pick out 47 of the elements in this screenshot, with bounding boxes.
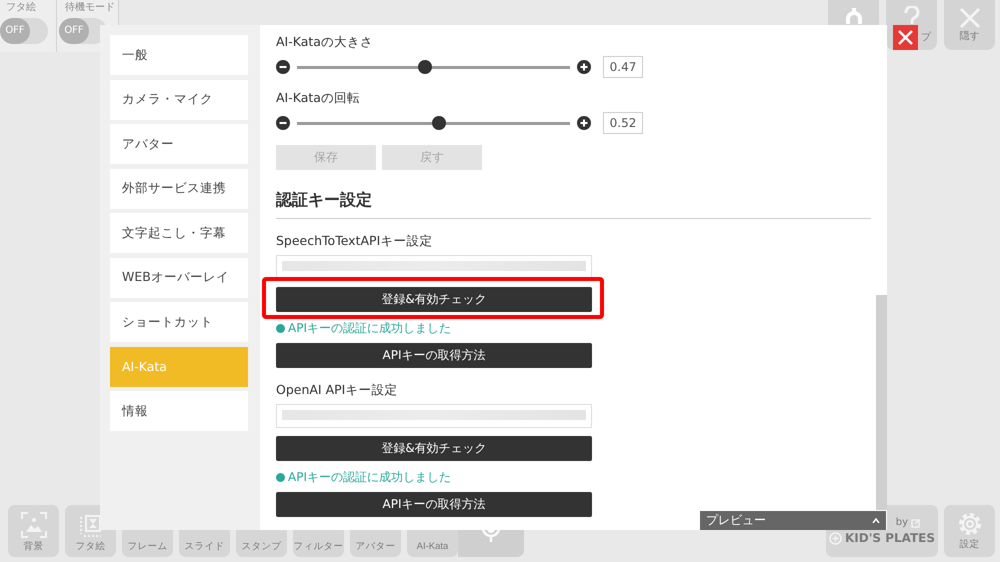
plus-icon — [577, 60, 591, 74]
section-title: 認証キー設定 — [276, 190, 871, 219]
preview-bar[interactable]: プレビュー — [700, 511, 886, 530]
slider-label: AI-Kataの大きさ — [276, 34, 374, 51]
sidebar-item[interactable]: 情報 — [110, 391, 248, 431]
close-icon — [898, 30, 913, 45]
slider-thumb[interactable] — [418, 60, 432, 74]
close-icon — [958, 7, 980, 29]
field-label: OpenAI APIキー設定 — [276, 382, 398, 399]
status-text: APIキーの認証に成功しました — [288, 469, 451, 486]
sidebar-item[interactable]: ショートカット — [110, 302, 248, 342]
api-key-field[interactable] — [276, 404, 592, 428]
scrollbar[interactable] — [876, 295, 887, 510]
status-text: APIキーの認証に成功しました — [288, 320, 451, 337]
plus-icon — [577, 116, 591, 130]
logo-text: KID'S PLATES — [844, 531, 936, 545]
hide-button[interactable]: 隠す — [944, 0, 995, 50]
slider-label: AI-Kataの回転 — [276, 90, 361, 107]
settings-button[interactable]: 設定 — [944, 505, 995, 557]
sidebar-item[interactable]: アバター — [110, 124, 248, 164]
value-field[interactable]: 0.52 — [603, 112, 643, 134]
api-key-field[interactable] — [276, 255, 592, 279]
settings-icon — [956, 511, 982, 537]
register-button[interactable]: 登録&有効チェック — [276, 436, 592, 461]
image-icon — [20, 512, 46, 538]
close-button[interactable] — [893, 25, 918, 50]
howto-button[interactable]: APIキーの取得方法 — [276, 343, 592, 368]
toggle-label: 待機モード — [64, 2, 115, 14]
plus-circle-icon — [828, 532, 842, 544]
field-label: SpeechToTextAPIキー設定 — [276, 233, 434, 250]
sidebar-item[interactable]: AI-Kata — [110, 346, 248, 386]
by-text: by — [896, 517, 908, 529]
minus-icon — [276, 60, 290, 74]
slider-thumb[interactable] — [432, 116, 446, 130]
sidebar-item[interactable]: 外部サービス連携 — [110, 168, 248, 208]
external-link-icon — [911, 518, 920, 528]
value-field[interactable]: 0.47 — [603, 56, 643, 78]
howto-button[interactable]: APIキーの取得方法 — [276, 492, 592, 517]
sidebar-item[interactable]: 一般 — [110, 35, 248, 75]
toggle-switch[interactable]: OFF — [0, 18, 48, 44]
sidebar-item[interactable]: カメラ・マイク — [110, 80, 248, 120]
minus-icon — [276, 116, 290, 130]
sidebar-item[interactable]: WEBオーバーレイ — [110, 258, 248, 298]
toggle-label: フタ絵 — [5, 2, 36, 14]
toolbar-button[interactable]: 背景 — [8, 505, 59, 557]
sidebar-item[interactable]: 文字起こし・字幕 — [110, 213, 248, 253]
register-button[interactable]: 登録&有効チェック — [276, 287, 592, 312]
